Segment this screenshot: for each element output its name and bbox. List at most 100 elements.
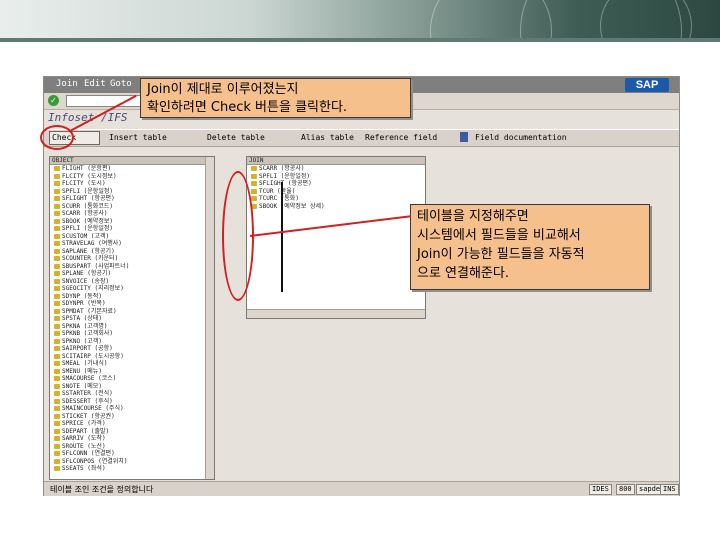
object-list-scrollbar[interactable] [205,157,214,479]
list-item[interactable]: SCITAIRP (도시공항) [50,353,214,361]
list-item[interactable]: SPFLI (운항일정) [50,188,214,196]
reference-field-button[interactable]: Reference field [362,131,440,145]
table-icon [251,188,257,194]
list-item[interactable]: FLCITY (도시정보) [50,173,214,181]
table-icon [54,308,60,314]
join-link-line [281,182,283,292]
field-documentation-button[interactable]: Field documentation [472,131,570,145]
list-item[interactable]: SROUTE (노선) [50,443,214,451]
table-icon [54,376,60,381]
list-item[interactable]: SPLANE (항공기) [50,270,214,278]
list-item[interactable]: SPRICE (가격) [50,420,214,428]
list-item[interactable]: SPKNA (고객명) [50,323,214,331]
list-item[interactable]: SMEAL (기내식) [50,360,214,368]
menu-item-edit[interactable]: Edit [84,79,106,89]
list-item[interactable]: SPSTA (상태) [50,315,214,323]
table-icon [54,346,60,351]
list-item[interactable]: SPFLI (운항일정) [50,225,214,233]
list-item[interactable]: SSTARTER (전식) [50,390,214,398]
list-item[interactable]: FLIGHT (운항편) [50,165,214,173]
table-icon [54,226,60,231]
callout-join-line-3: Join이 가능한 필드들을 자동적 [417,247,585,262]
list-item[interactable]: SPFLI (운항일정) [247,173,425,181]
table-icon [54,233,60,239]
list-item[interactable]: SDESSERT (후식) [50,398,214,406]
list-item-label: SPSTA (상태) [62,315,102,322]
banner-divider [0,38,720,42]
list-item[interactable]: SBUSPART (사업파트너) [50,263,214,271]
list-item-label: SCUSTOM (고객) [62,232,110,240]
table-icon [54,466,60,471]
list-item-label: SPFLI (운항일정) [62,225,113,232]
alias-table-button[interactable]: Alias table [298,131,357,145]
table-icon [54,443,60,449]
list-item[interactable]: SNOTE (메모) [50,383,214,391]
table-icon [251,166,257,171]
list-item[interactable]: TCURC (통화) [247,195,425,203]
list-item[interactable]: SDEPART (출발) [50,428,214,436]
delete-table-button[interactable]: Delete table [204,131,268,145]
list-item[interactable]: SNVOICE (송장) [50,278,214,286]
list-item[interactable]: SDYNPR (반복) [50,300,214,308]
application-toolbar: Check Insert table Delete table Alias ta… [44,129,679,147]
list-item[interactable]: SBOOK (예약정보) [50,218,214,226]
list-item[interactable]: SARRIV (도착) [50,435,214,443]
documentation-icon[interactable] [460,132,468,142]
list-item[interactable]: SMENU (메뉴) [50,368,214,376]
list-item[interactable]: FLCITY (도시) [50,180,214,188]
list-item[interactable]: SMACOURSE (코스) [50,375,214,383]
list-item-label: SBUSPART (사업파트너) [62,262,130,270]
list-item-label: SAPLANE (항공기) [62,247,115,255]
list-item[interactable]: SFLCONPOS (연결위치) [50,458,214,466]
menu-item-goto[interactable]: Goto [110,79,132,89]
list-item[interactable]: SCURR (통화코드) [50,203,214,211]
list-item-label: FLCITY (도시) [62,180,106,187]
list-item[interactable]: SFLCONN (연결편) [50,450,214,458]
menu-item-join[interactable]: Join [56,79,78,89]
list-item[interactable]: SCARR (항공사) [50,210,214,218]
list-item-label: SDEPART (출발) [62,427,110,435]
list-item[interactable]: SCOUNTER (카운터) [50,255,214,263]
list-item[interactable]: STRAVELAG (여행사) [50,240,214,248]
list-item[interactable]: SPKNO (고객) [50,338,214,346]
table-icon [54,421,60,426]
list-item[interactable]: SAIRPORT (공항) [50,345,214,353]
list-item-label: SROUTE (노선) [62,442,106,450]
list-item[interactable]: SAPLANE (항공기) [50,248,214,256]
list-item[interactable]: SMAINCOURSE (주식) [50,405,214,413]
table-icon [54,338,60,344]
callout-check-line-1: Join이 제대로 이루어졌는지 [147,82,299,97]
list-item-label: SNOTE (메모) [62,382,102,390]
list-item-label: SPKNO (고객) [62,337,102,345]
list-item-label: SMEAL (기내식) [62,360,108,367]
table-icon [54,436,60,441]
enter-icon[interactable]: ✓ [48,95,59,106]
list-item[interactable]: STICKET (항공권) [50,413,214,421]
list-item-label: SBOOK (예약정보 상세) [259,202,325,210]
table-icon [54,383,60,389]
list-item[interactable]: SFLIGHT (항공편) [247,180,425,188]
list-item[interactable]: SDYNP (동적) [50,293,214,301]
table-icon [54,398,60,404]
list-item[interactable]: SPKNB (고객회사) [50,330,214,338]
join-list-scrollbar[interactable] [247,309,425,318]
insert-table-button[interactable]: Insert table [106,131,170,145]
list-item[interactable]: SCUSTOM (고객) [50,233,214,241]
list-item-label: SCOUNTER (카운터) [62,255,119,262]
list-item[interactable]: SFLIGHT (항공편) [50,195,214,203]
list-item[interactable]: SPMDAT (기본자료) [50,308,214,316]
table-icon [54,451,60,456]
list-item[interactable]: SSEATS (좌석) [50,465,214,473]
table-icon [54,458,60,464]
table-icon [54,218,60,224]
list-item[interactable]: TCUR (환율) [247,188,425,196]
list-item[interactable]: SBOOK (예약정보 상세) [247,203,425,211]
list-item-label: SCARR (항공사) [259,165,305,172]
list-item[interactable]: SCARR (항공사) [247,165,425,173]
table-icon [54,368,60,374]
table-icon [54,361,60,366]
status-bar: 테이블 조인 조건을 정의합니다 IDES 800 sapdev INS [44,481,679,496]
check-button-highlight [40,125,74,150]
list-item[interactable]: SGEOCITY (지리정보) [50,285,214,293]
join-list-panel: JOIN SCARR (항공사) SPFLI (운항일정) SFLIGHT (항공편… [246,156,426,319]
